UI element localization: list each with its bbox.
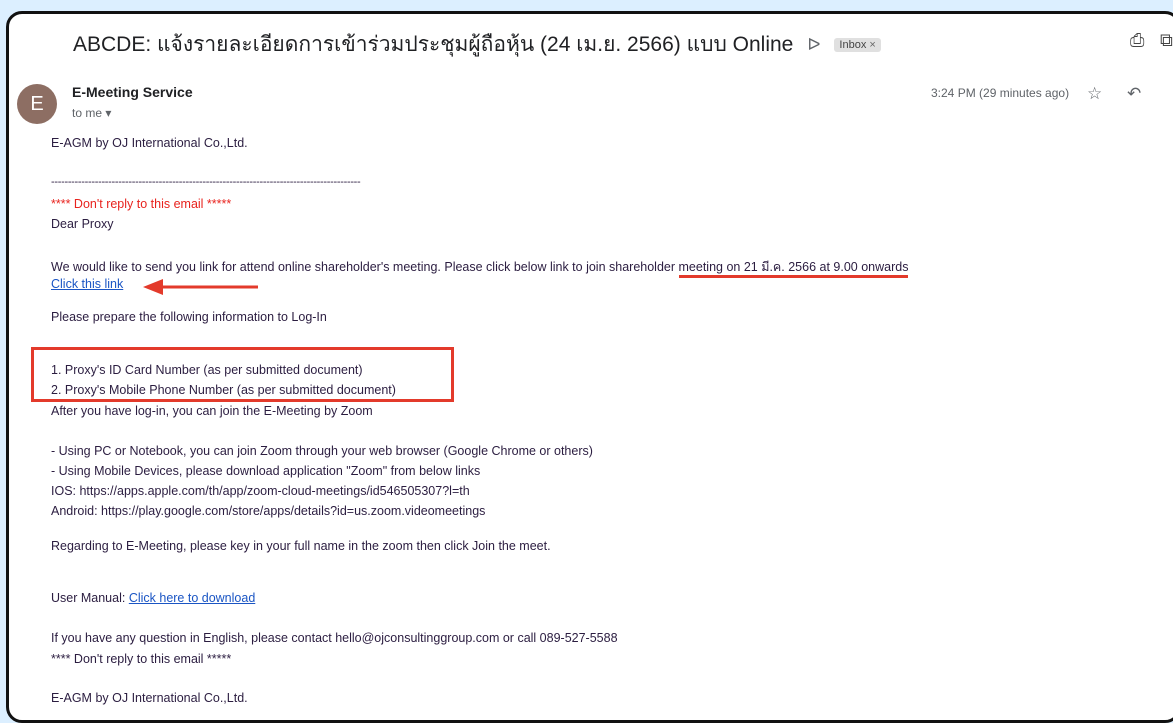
company-name-bottom: E-AGM by OJ International Co.,Ltd.: [51, 691, 248, 705]
star-icon[interactable]: ☆: [1087, 84, 1102, 104]
user-manual-download-link[interactable]: Click here to download: [129, 591, 255, 605]
login-item-id-card: 1. Proxy's ID Card Number (as per submit…: [51, 363, 363, 377]
no-reply-footer: **** Don't reply to this email *****: [51, 652, 232, 666]
recipient-label: to me: [72, 106, 103, 120]
prepare-instructions: Please prepare the following information…: [51, 310, 327, 324]
annotation-arrow: [143, 279, 258, 295]
reply-icon[interactable]: ↶: [1127, 84, 1141, 104]
recipient-details[interactable]: to me ▾: [72, 106, 111, 120]
intro-text: We would like to send you link for atten…: [51, 260, 679, 274]
importance-marker-icon[interactable]: ᐅ: [807, 35, 820, 55]
login-item-mobile: 2. Proxy's Mobile Phone Number (as per s…: [51, 383, 396, 397]
inbox-label-chip[interactable]: Inbox ×: [834, 37, 881, 52]
new-window-icon[interactable]: ⧉: [1160, 30, 1173, 51]
user-manual-label: User Manual:: [51, 591, 129, 605]
email-subject: ABCDE: แจ้งรายละเอียดการเข้าร่วมประชุมผู…: [73, 33, 794, 56]
android-app-url: Android: https://play.google.com/store/a…: [51, 504, 486, 518]
intro-paragraph: We would like to send you link for atten…: [51, 257, 909, 278]
regarding-text: Regarding to E-Meeting, please key in yo…: [51, 539, 551, 553]
divider-dashes: ----------------------------------------…: [51, 176, 361, 188]
greeting: Dear Proxy: [51, 217, 114, 231]
email-subject-row: ABCDE: แจ้งรายละเอียดการเข้าร่วมประชุมผู…: [73, 28, 881, 61]
print-icon[interactable]: ⎙: [1130, 30, 1144, 51]
ios-app-url: IOS: https://apps.apple.com/th/app/zoom-…: [51, 484, 470, 498]
contact-info: If you have any question in English, ple…: [51, 631, 618, 645]
mobile-instructions: - Using Mobile Devices, please download …: [51, 464, 481, 478]
meeting-date-highlight: meeting on 21 มี.ค. 2566 at 9.00 onwards: [678, 260, 909, 278]
email-timestamp: 3:24 PM (29 minutes ago): [931, 86, 1070, 100]
chevron-down-icon[interactable]: ▾: [105, 106, 111, 120]
no-reply-warning: **** Don't reply to this email *****: [51, 197, 232, 211]
inbox-label-text: Inbox: [839, 38, 867, 51]
sender-avatar: E: [17, 84, 57, 124]
company-name-top: E-AGM by OJ International Co.,Ltd.: [51, 136, 248, 150]
email-window: ABCDE: แจ้งรายละเอียดการเข้าร่วมประชุมผู…: [6, 11, 1173, 723]
remove-label-icon[interactable]: ×: [869, 39, 875, 51]
sender-name: E-Meeting Service: [72, 84, 193, 100]
more-options-icon[interactable]: ⋮: [1169, 84, 1173, 104]
meeting-join-link[interactable]: Click this link: [51, 277, 123, 291]
after-login-text: After you have log-in, you can join the …: [51, 404, 373, 418]
user-manual-row: User Manual: Click here to download: [51, 591, 255, 605]
pc-instructions: - Using PC or Notebook, you can join Zoo…: [51, 444, 593, 458]
